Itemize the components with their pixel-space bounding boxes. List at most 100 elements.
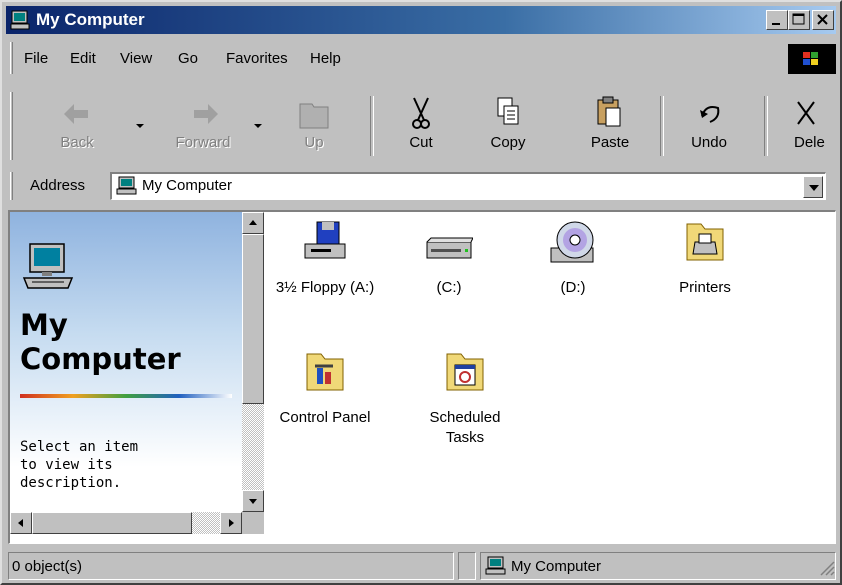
maximize-button[interactable] [788, 10, 810, 30]
paste-label: Paste [590, 134, 630, 151]
arrow-down-icon [249, 499, 257, 504]
arrow-left-icon [18, 519, 23, 527]
maximize-icon [792, 13, 805, 25]
content-area: My Computer Select an item to view its d… [8, 210, 836, 544]
status-location: My Computer [511, 558, 602, 575]
scissors-icon [386, 96, 456, 132]
toolbar-separator [370, 96, 374, 156]
minimize-icon [772, 23, 780, 25]
scrollbar-corner [242, 512, 264, 534]
explorer-window: My Computer File Edit View Go Favorites … [0, 0, 842, 585]
address-value: My Computer [142, 177, 233, 194]
up-button[interactable]: Up [284, 90, 344, 162]
delete-icon [780, 96, 840, 132]
cd-drive-icon [549, 220, 597, 264]
toolbar-separator-2 [660, 96, 664, 156]
scroll-left-button[interactable] [10, 512, 32, 534]
computer-icon [10, 10, 30, 33]
item-floppy[interactable]: 3½ Floppy (A:) [270, 220, 380, 298]
computer-icon [485, 556, 507, 579]
copy-icon [470, 96, 546, 132]
delete-button[interactable]: Dele [780, 90, 840, 162]
vertical-scroll-thumb[interactable] [242, 234, 264, 404]
arrow-right-icon [229, 519, 234, 527]
scroll-up-button[interactable] [242, 212, 264, 234]
menu-view[interactable]: View [120, 50, 152, 67]
address-dropdown-button[interactable] [803, 176, 823, 198]
close-button[interactable] [812, 10, 834, 30]
forward-label: Forward [175, 134, 231, 151]
back-button[interactable]: Back [40, 90, 114, 162]
menu-grip[interactable] [10, 42, 13, 74]
pane-desc-line3: description. [20, 475, 122, 491]
window-title: My Computer [36, 10, 145, 29]
item-control-panel[interactable]: Control Panel [270, 350, 380, 428]
undo-button[interactable]: Undo [674, 90, 744, 162]
item-label: Printers [679, 279, 731, 296]
address-label: Address [30, 177, 86, 194]
up-label: Up [304, 134, 324, 151]
pane-title-line1: My [20, 308, 68, 342]
paste-button[interactable]: Paste [572, 90, 648, 162]
control-panel-folder-icon [301, 350, 349, 394]
minimize-button[interactable] [766, 10, 788, 30]
arrow-up-icon [249, 220, 257, 225]
toolbar-separator-3 [764, 96, 768, 156]
item-label: (D:) [560, 279, 586, 296]
address-bar: Address My Computer [8, 170, 836, 202]
info-pane: My Computer Select an item to view its d… [10, 212, 242, 512]
back-dropdown-arrow[interactable] [136, 124, 144, 128]
undo-icon [674, 96, 744, 132]
info-pane-horizontal-scrollbar[interactable] [10, 512, 242, 534]
item-label: (C:) [436, 279, 462, 296]
up-folder-icon [284, 96, 344, 132]
menu-go[interactable]: Go [178, 50, 198, 67]
item-d-drive[interactable]: (D:) [518, 220, 628, 298]
scroll-down-button[interactable] [242, 490, 264, 512]
item-label: 3½ Floppy (A:) [275, 279, 375, 296]
hard-drive-icon [425, 220, 474, 264]
menu-bar: File Edit View Go Favorites Help [8, 40, 836, 78]
item-c-drive[interactable]: (C:) [394, 220, 504, 298]
info-pane-vertical-scrollbar[interactable] [242, 212, 264, 512]
resize-grip-icon[interactable] [817, 558, 835, 579]
close-icon [817, 14, 828, 25]
status-objects-pane: 0 object(s) [8, 552, 454, 580]
my-computer-large-icon [22, 242, 74, 295]
copy-label: Copy [490, 134, 526, 151]
pane-title: My Computer [20, 308, 181, 376]
cut-button[interactable]: Cut [386, 90, 456, 162]
item-printers[interactable]: Printers [650, 220, 760, 298]
computer-icon [116, 176, 138, 199]
menu-edit[interactable]: Edit [70, 50, 96, 67]
pane-divider [20, 394, 232, 398]
paste-icon [572, 96, 648, 132]
status-location-pane: My Computer [480, 552, 836, 580]
delete-label: Dele [794, 134, 825, 151]
scheduled-tasks-folder-icon [441, 350, 489, 394]
pane-title-line2: Computer [20, 342, 181, 376]
forward-button[interactable]: Forward [158, 90, 248, 162]
address-grip[interactable] [10, 172, 13, 200]
menu-favorites[interactable]: Favorites [226, 50, 288, 67]
menu-file[interactable]: File [24, 50, 48, 67]
floppy-drive-icon [301, 220, 349, 264]
pane-description: Select an item to view its description. [20, 438, 138, 492]
back-label: Back [60, 134, 94, 151]
scroll-right-button[interactable] [220, 512, 242, 534]
address-field[interactable]: My Computer [110, 172, 826, 200]
forward-dropdown-arrow[interactable] [254, 124, 262, 128]
copy-button[interactable]: Copy [470, 90, 546, 162]
item-label: Scheduled Tasks [429, 409, 501, 446]
back-arrow-icon [40, 96, 114, 132]
horizontal-scroll-thumb[interactable] [32, 512, 192, 534]
cut-label: Cut [409, 134, 433, 151]
item-scheduled-tasks[interactable]: Scheduled Tasks [410, 350, 520, 448]
menu-help[interactable]: Help [310, 50, 341, 67]
pane-desc-line1: Select an item [20, 439, 139, 455]
status-object-count: 0 object(s) [12, 558, 83, 575]
title-bar[interactable]: My Computer [6, 6, 836, 34]
toolbar-grip[interactable] [10, 92, 13, 160]
pane-desc-line2: to view its [20, 457, 113, 473]
status-middle-pane [458, 552, 476, 580]
